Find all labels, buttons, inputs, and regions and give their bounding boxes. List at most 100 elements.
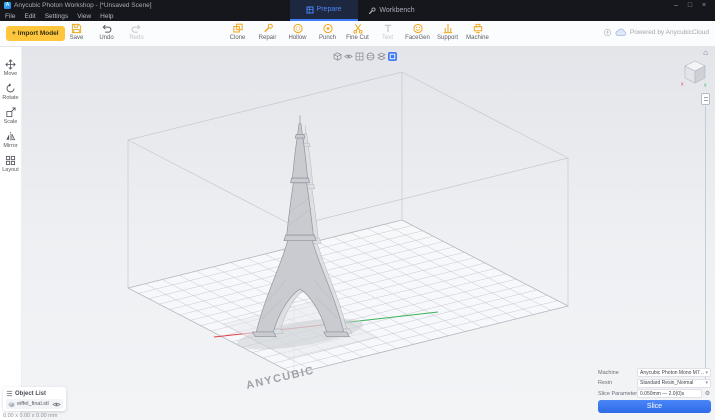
support-icon — [442, 23, 453, 34]
maximize-button[interactable]: □ — [683, 0, 697, 11]
import-model-label: Import Model — [18, 30, 59, 37]
move-tool[interactable]: Move — [0, 59, 22, 77]
viewport-3d[interactable]: ANYCUBIC — [22, 47, 715, 420]
punch-button[interactable]: Punch — [315, 23, 340, 41]
plate-brand-text: ANYCUBIC — [245, 364, 316, 391]
resin-select[interactable]: Standard Resin_Normal ▾ — [637, 379, 711, 388]
resin-row-label: Resin — [598, 380, 635, 386]
machine-value: Anycubic Photon Mono M7 ... — [640, 370, 704, 376]
text-label: Text — [382, 35, 393, 41]
mesh-cube-icon — [8, 401, 15, 408]
chevron-down-icon: ▾ — [705, 380, 708, 386]
model-dimensions-status: 0.00 x 0.00 x 0.00 mm — [3, 413, 57, 419]
cloud-status[interactable]: Powered by AnycubicCloud — [603, 28, 709, 37]
machine-select[interactable]: Anycubic Photon Mono M7 ... ▾ — [637, 368, 711, 377]
text-icon — [382, 23, 393, 34]
scale-icon — [5, 107, 16, 118]
minimize-button[interactable]: – — [669, 0, 683, 11]
slice-parameter-value: 0.050mm — 2.0(0)s — [640, 391, 699, 397]
slice-button[interactable]: Slice — [598, 400, 711, 413]
mirror-icon — [5, 131, 16, 142]
redo-icon — [131, 23, 142, 34]
view-sphere-mode-icon[interactable] — [366, 52, 375, 61]
app-window: A Anycubic Photon Workshop - [*Unsaved S… — [0, 0, 715, 420]
home-view-icon[interactable]: ⌂ — [703, 48, 708, 58]
punch-label: Punch — [319, 35, 336, 41]
layout-label: Layout — [2, 167, 19, 173]
layout-icon — [5, 155, 16, 166]
redo-label: Redo — [129, 35, 143, 41]
scale-tool[interactable]: Scale — [0, 107, 22, 125]
resin-row: Resin Standard Resin_Normal ▾ — [598, 379, 711, 388]
view-eye-mode-icon[interactable] — [344, 52, 353, 61]
mirror-tool[interactable]: Mirror — [0, 131, 22, 149]
window-title: Anycubic Photon Workshop - [*Unsaved Sce… — [14, 2, 152, 9]
rotate-tool[interactable]: Rotate — [0, 83, 22, 101]
layout-tool[interactable]: Layout — [0, 155, 22, 173]
clone-label: Clone — [230, 35, 246, 41]
save-button[interactable]: Save — [66, 23, 87, 41]
chevron-down-icon: ▾ — [705, 370, 708, 376]
axis-y-label: y — [704, 83, 707, 88]
facegen-button[interactable]: FaceGen — [405, 23, 430, 41]
fine-cut-label: Fine Cut — [346, 35, 369, 41]
orientation-cube[interactable]: x y — [681, 59, 709, 87]
visibility-eye-icon[interactable] — [52, 401, 61, 408]
support-label: Support — [437, 35, 458, 41]
object-list-title: Object List — [15, 391, 46, 397]
transform-sidebar: Move Rotate Scale — [0, 47, 22, 420]
machine-button[interactable]: Machine — [465, 23, 490, 41]
text-button[interactable]: Text — [375, 23, 400, 41]
undo-button[interactable]: Undo — [96, 23, 117, 41]
menu-file[interactable]: File — [5, 13, 15, 20]
gear-icon[interactable]: ⚙ — [704, 390, 711, 397]
view-mode-toolbar — [333, 52, 397, 61]
fine-cut-button[interactable]: Fine Cut — [345, 23, 370, 41]
clone-button[interactable]: Clone — [225, 23, 250, 41]
view-shaded-mode-icon[interactable] — [388, 52, 397, 61]
hollow-button[interactable]: Hollow — [285, 23, 310, 41]
model-tools: Clone Repair Hollow — [225, 23, 490, 41]
prepare-icon — [306, 6, 314, 14]
zoom-slider[interactable] — [701, 93, 710, 382]
move-icon — [5, 59, 16, 70]
repair-icon — [262, 23, 273, 34]
slice-parameter-row: Slice Parameter 0.050mm — 2.0(0)s ⚙ — [598, 389, 711, 398]
mode-tabs: Prepare Workbench — [290, 0, 426, 21]
close-button[interactable]: × — [697, 0, 711, 11]
machine-icon — [472, 23, 483, 34]
tab-workbench-label: Workbench — [379, 7, 414, 14]
hollow-label: Hollow — [288, 35, 306, 41]
machine-label: Machine — [466, 35, 489, 41]
menu-edit[interactable]: Edit — [24, 13, 35, 20]
build-plate — [128, 220, 568, 374]
view-cube-mode-icon[interactable] — [333, 52, 342, 61]
slice-parameter-select[interactable]: 0.050mm — 2.0(0)s — [637, 389, 702, 398]
support-button[interactable]: Support — [435, 23, 460, 41]
repair-button[interactable]: Repair — [255, 23, 280, 41]
view-grid-mode-icon[interactable] — [355, 52, 364, 61]
punch-icon — [322, 23, 333, 34]
cloud-label: Powered by AnycubicCloud — [630, 29, 709, 36]
redo-button[interactable]: Redo — [126, 23, 147, 41]
print-settings-panel: Machine Anycubic Photon Mono M7 ... ▾ Re… — [598, 368, 711, 413]
menu-settings[interactable]: Settings — [45, 13, 69, 20]
axis-x-label: x — [681, 82, 684, 88]
object-name: eiffel_final.stl — [17, 401, 50, 407]
tab-workbench[interactable]: Workbench — [358, 0, 426, 21]
main-area: Move Rotate Scale — [0, 47, 715, 420]
object-list-item[interactable]: eiffel_final.stl — [6, 399, 63, 409]
plus-icon: + — [12, 30, 16, 37]
mirror-label: Mirror — [3, 143, 17, 149]
rotate-label: Rotate — [2, 95, 18, 101]
object-list-header[interactable]: Object List — [6, 389, 63, 398]
menu-view[interactable]: View — [77, 13, 91, 20]
zoom-slider-track[interactable] — [705, 106, 706, 382]
menu-help[interactable]: Help — [100, 13, 113, 20]
tab-prepare[interactable]: Prepare — [290, 0, 358, 21]
machine-row-label: Machine — [598, 370, 635, 376]
undo-label: Undo — [99, 35, 113, 41]
import-model-button[interactable]: + Import Model — [6, 26, 65, 41]
view-layers-mode-icon[interactable] — [377, 52, 386, 61]
zoom-slider-handle[interactable] — [701, 93, 710, 105]
